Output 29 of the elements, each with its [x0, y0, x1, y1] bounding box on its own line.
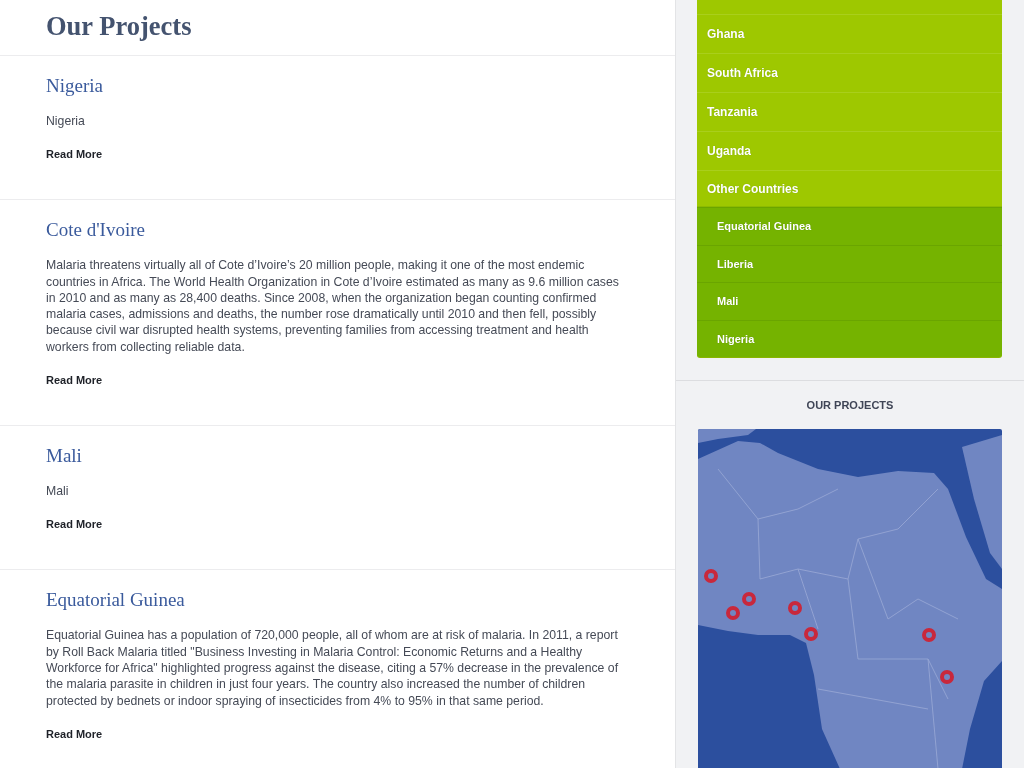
map-marker-icon[interactable]: [922, 628, 936, 642]
project-summary: Nigeria: [46, 113, 85, 130]
project-title-link[interactable]: Cote d'Ivoire: [46, 218, 145, 243]
project-title-link[interactable]: Nigeria: [46, 74, 103, 98]
menu-item[interactable]: Ghana: [697, 14, 1002, 53]
menu-item[interactable]: Tanzania: [697, 92, 1002, 131]
map-marker-icon[interactable]: [742, 592, 756, 606]
read-more-link[interactable]: Read More: [46, 146, 103, 163]
map-marker-icon[interactable]: [788, 601, 802, 615]
project-summary: Equatorial Guinea has a population of 720,000 people, all of whom are at risk of malaria. In 2011, a report by Roll Back Malaria titled "Business Investing in Malaria Control: Economic Returns and a Healthy Workforce for Africa" highlighted progress against the disease, citing a 57% decrease in the prevalence of the malaria parasite in children in just four years. The country also increased the number of children protected by bednets or indoor spraying of insecticides from 4% to 95% in that same period.: [46, 627, 620, 709]
read-more-link[interactable]: Read More: [46, 725, 103, 742]
project-summary: Mali: [46, 483, 69, 500]
project-title-link[interactable]: Equatorial Guinea: [46, 588, 185, 613]
read-more-link[interactable]: Read More: [46, 372, 103, 389]
map-marker-icon[interactable]: [940, 670, 954, 684]
menu-item[interactable]: Uganda: [697, 131, 1002, 170]
map-marker-icon[interactable]: [804, 627, 818, 641]
map-marker-icon[interactable]: [704, 569, 718, 583]
submenu-item[interactable]: Liberia: [697, 244, 1002, 282]
project-summary: Malaria threatens virtually all of Cote d’Ivoire’s 20 million people, making it one of the most endemic countries in Africa. The World Health Organization in Cote d’Ivoire estimated as many as 9.6 million cases in 2010 and as many as 28,400 deaths. Since 2008, when the organization began counting confirmed malaria cases, admissions and deaths, the number rose dramatically until 2010 and then fell, possibly because civil war disrupted health systems, preventing families from accessing treatment and health workers from collecting reliable data.: [46, 257, 620, 356]
widget-title: OUR PROJECTS: [806, 398, 894, 412]
submenu-item[interactable]: Mali: [697, 282, 1002, 320]
submenu-item[interactable]: Equatorial Guinea: [697, 207, 1002, 245]
page-title: Our Projects: [46, 12, 192, 40]
map-marker-icon[interactable]: [726, 606, 740, 620]
project-title-link[interactable]: Mali: [46, 444, 82, 469]
submenu-item[interactable]: Nigeria: [697, 319, 1002, 357]
menu-item[interactable]: South Africa: [697, 53, 1002, 92]
read-more-link[interactable]: Read More: [46, 516, 103, 533]
